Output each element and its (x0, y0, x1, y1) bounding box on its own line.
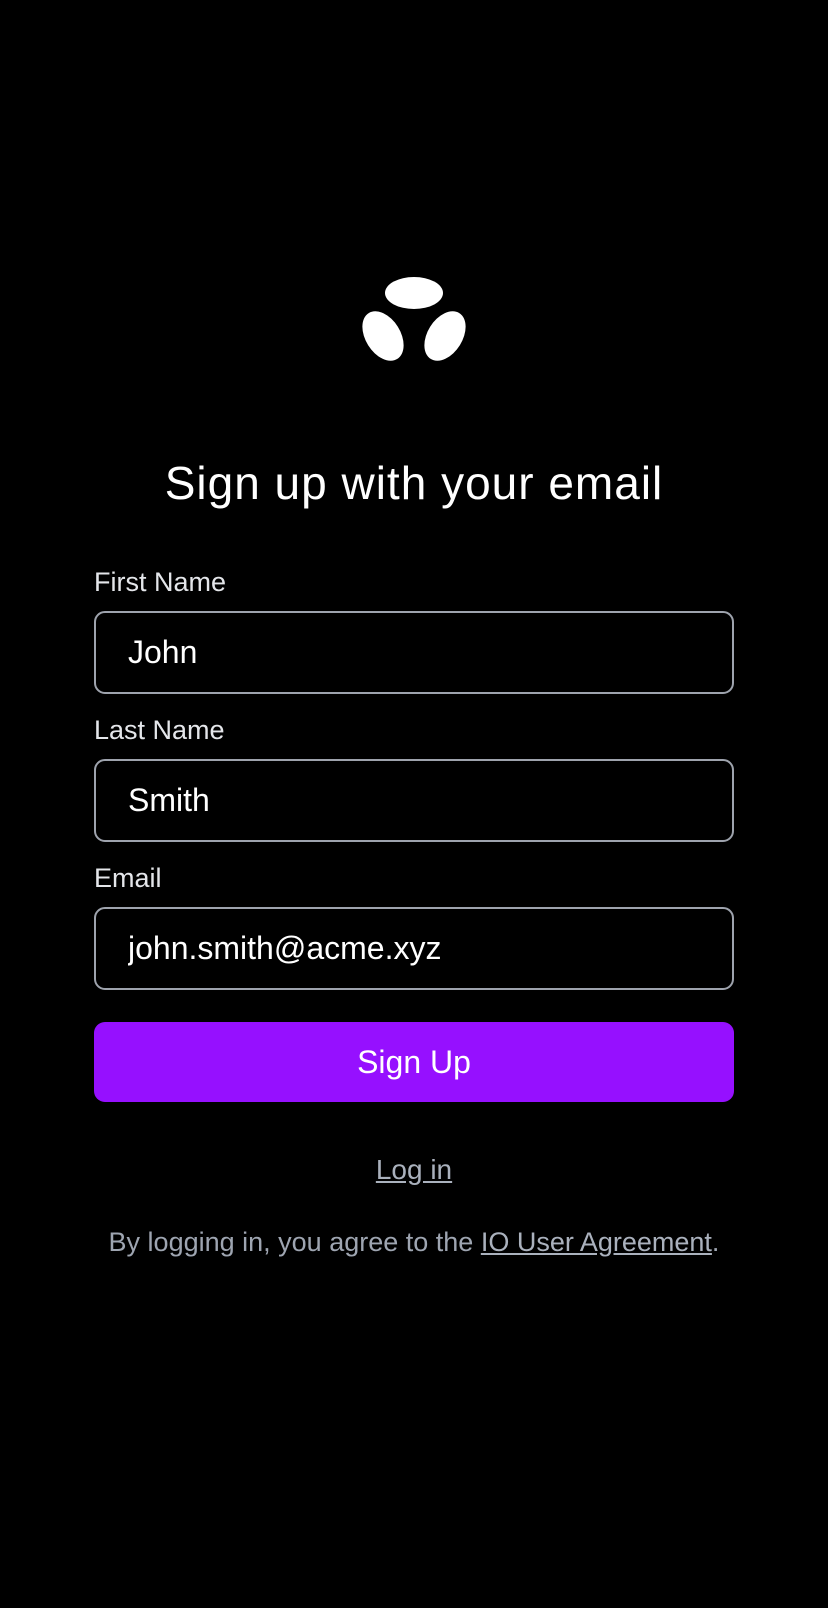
sign-up-button[interactable]: Sign Up (94, 1022, 734, 1102)
email-input[interactable] (94, 907, 734, 990)
login-link[interactable]: Log in (376, 1154, 452, 1185)
brand-logo-icon (362, 277, 466, 361)
login-link-container: Log in (0, 1152, 828, 1188)
last-name-input[interactable] (94, 759, 734, 842)
first-name-input[interactable] (94, 611, 734, 694)
terms-prefix: By logging in, you agree to the (108, 1227, 481, 1257)
terms-notice: By logging in, you agree to the IO User … (0, 1224, 828, 1260)
first-name-label: First Name (94, 567, 227, 597)
email-label: Email (94, 863, 162, 893)
last-name-label: Last Name (94, 715, 225, 745)
page-title: Sign up with your email (164, 457, 664, 509)
terms-suffix: . (711, 1227, 720, 1257)
user-agreement-link[interactable]: IO User Agreement (481, 1227, 712, 1257)
